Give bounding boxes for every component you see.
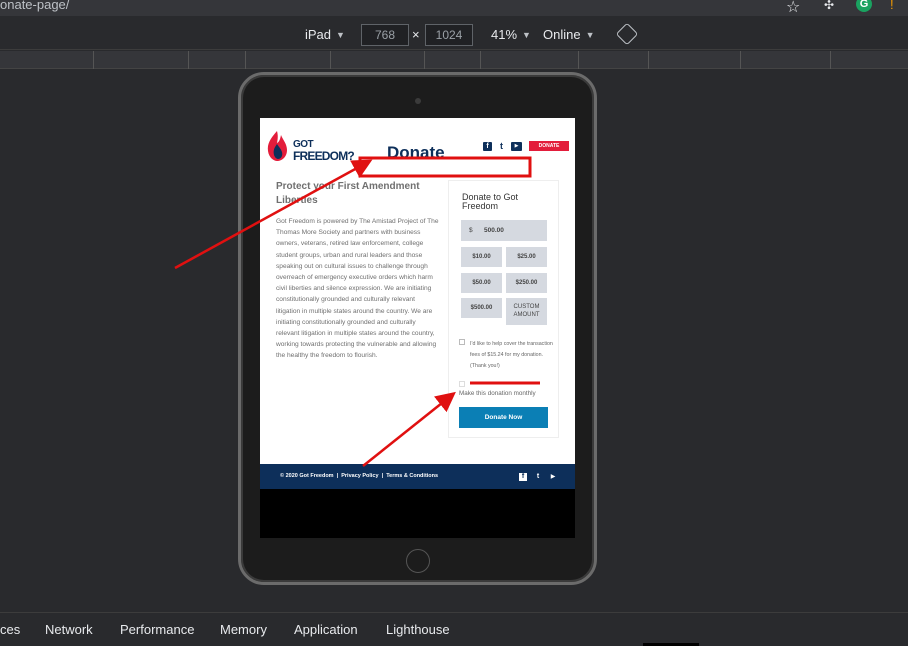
url-text[interactable]: onate-page/ [0,0,69,12]
amount-option-500[interactable]: $500.00 [461,298,502,318]
extension-warning-icon[interactable]: ! [890,0,894,12]
footer-facebook-icon[interactable]: f [519,473,527,481]
amount-value: 500.00 [484,227,504,234]
footer-youtube-icon[interactable]: ▶ [549,473,557,481]
amount-option-25[interactable]: $25.00 [506,247,547,267]
donation-form: Donate to Got Freedom $ 500.00 $10.00 $2… [448,180,559,438]
tab-application[interactable]: Application [294,622,358,637]
devtools-tab-bar: ces Network Performance Memory Applicati… [0,612,908,646]
donate-page: GOT FREEDOM? Donate f t ▶ DONATE Protect… [260,118,575,464]
custom-amount-line2: AMOUNT [513,311,540,318]
facebook-icon[interactable]: f [483,142,492,151]
network-select-label: Online [543,27,581,42]
twitter-icon[interactable]: t [497,142,506,151]
amount-option-50[interactable]: $50.00 [461,273,502,293]
tab-network[interactable]: Network [45,622,93,637]
monthly-label: Make this donation monthly [459,390,536,397]
footer-copyright: © 2020 Got Freedom [280,473,334,479]
home-button[interactable] [406,549,430,573]
url-bar[interactable]: onate-page/ ☆ ✣ G ! [0,0,908,16]
chevron-down-icon: ▼ [585,30,595,40]
network-throttle-select[interactable]: Online ▼ [543,27,595,42]
monthly-checkbox[interactable] [459,381,465,387]
extension-puzzle-icon[interactable]: ✣ [824,0,840,12]
width-input[interactable]: 768 [361,24,409,46]
device-screen: GOT FREEDOM? Donate f t ▶ DONATE Protect… [260,118,575,538]
device-select-label: iPad [305,27,332,42]
star-icon[interactable]: ☆ [786,0,800,17]
header-donate-button[interactable]: DONATE [529,141,569,151]
cover-fees-checkbox[interactable] [459,339,465,345]
footer-links: © 2020 Got Freedom | Privacy Policy | Te… [280,473,438,479]
footer-separator: | [381,473,384,479]
amount-input[interactable]: $ 500.00 [461,220,547,241]
site-logo[interactable]: GOT FREEDOM? [266,130,361,164]
section-heading: Protect your First Amendment Liberties [276,181,420,206]
browser-window: onate-page/ ☆ ✣ G ! iPad ▼ 768 × 1024 41%… [0,0,908,646]
height-input[interactable]: 1024 [425,24,473,46]
cover-fees-label: I'd like to help cover the transaction f… [470,341,553,369]
chevron-down-icon: ▼ [522,30,531,40]
grammarly-icon[interactable]: G [856,0,872,12]
tab-memory[interactable]: Memory [220,622,267,637]
amount-option-10[interactable]: $10.00 [461,247,502,267]
rotate-icon[interactable] [615,22,639,46]
tab-performance[interactable]: Performance [120,622,194,637]
intro-paragraph: Got Freedom is powered by The Amistad Pr… [276,218,439,360]
device-select[interactable]: iPad ▼ [305,27,345,42]
tab-lighthouse[interactable]: Lighthouse [386,622,450,637]
tab-sources[interactable]: ces [0,622,20,637]
footer-separator: | [336,473,339,479]
site-footer: © 2020 Got Freedom | Privacy Policy | Te… [260,464,575,489]
custom-amount-line1: CUSTOM [513,304,540,310]
chevron-down-icon: ▼ [336,30,345,40]
currency-symbol: $ [469,227,473,234]
zoom-select-label: 41% [491,27,518,42]
camera-icon [415,98,421,104]
page-title: Donate [387,143,445,162]
custom-amount-button[interactable]: CUSTOM AMOUNT [506,298,547,325]
footer-twitter-icon[interactable]: t [534,473,542,481]
youtube-icon[interactable]: ▶ [511,142,522,151]
flame-logo-icon [267,131,287,161]
media-query-bar[interactable] [0,51,908,69]
donate-now-button[interactable]: Donate Now [459,407,548,428]
terms-link[interactable]: Terms & Conditions [386,473,438,479]
zoom-select[interactable]: 41% ▼ [491,27,531,42]
device-toolbar: iPad ▼ 768 × 1024 41% ▼ Online ▼ [0,16,908,50]
amount-option-250[interactable]: $250.00 [506,273,547,293]
privacy-policy-link[interactable]: Privacy Policy [341,473,378,479]
dimension-separator: × [412,27,420,42]
donation-form-title: Donate to Got Freedom [462,192,519,211]
logo-text-freedom: FREEDOM? [293,149,355,163]
